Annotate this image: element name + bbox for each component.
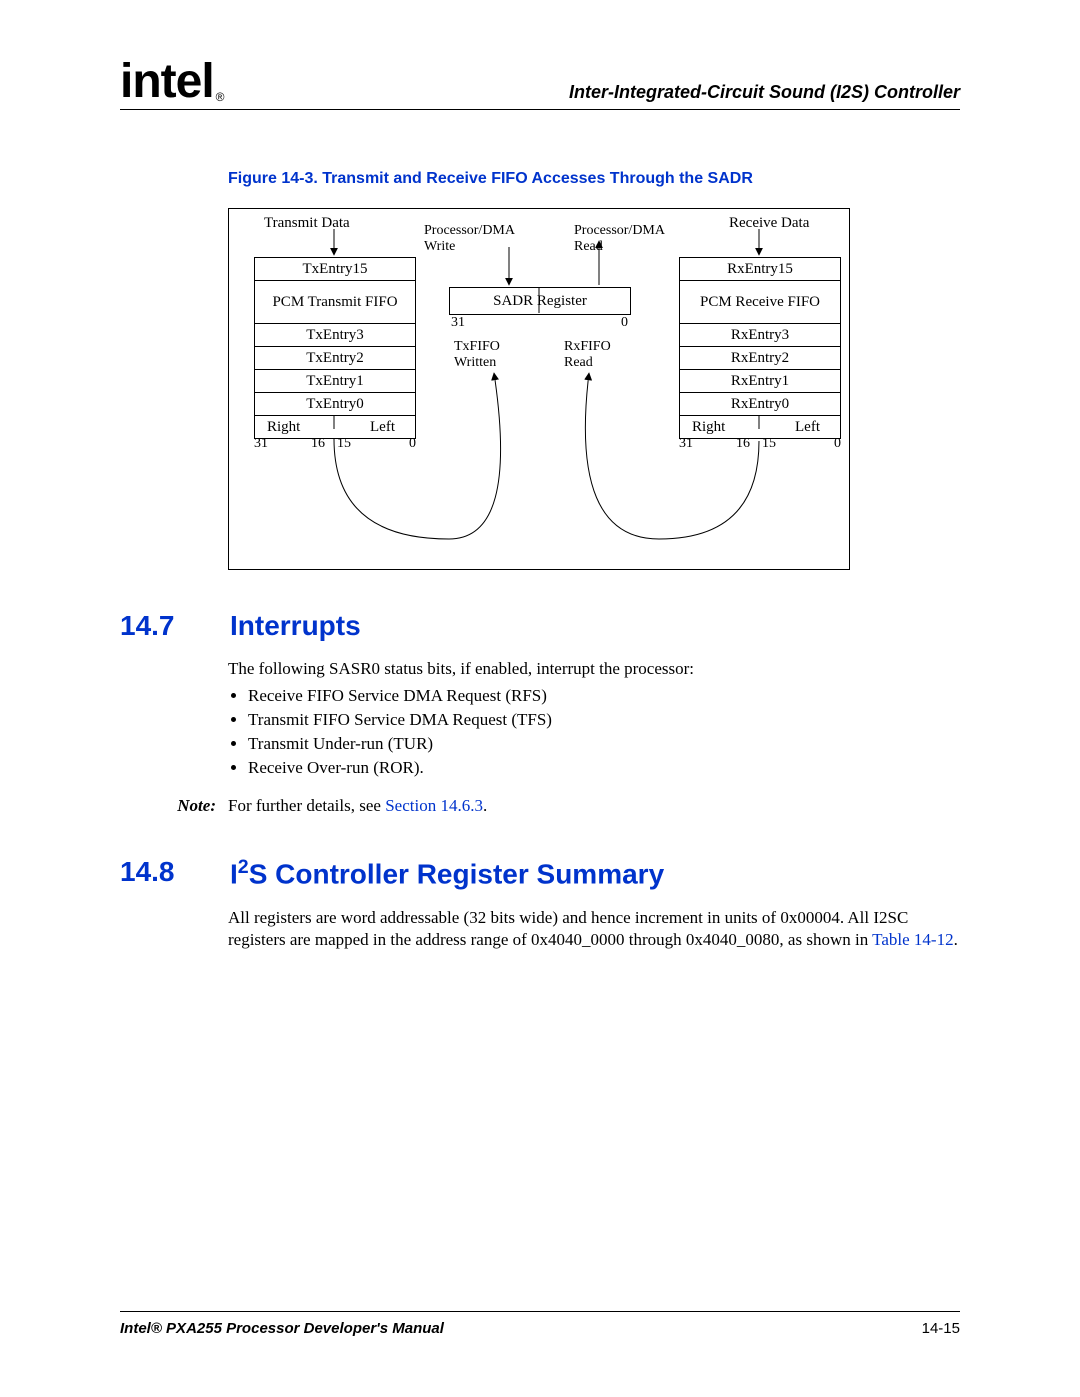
page-header: intel® Inter-Integrated-Circuit Sound (I… <box>120 60 960 110</box>
rx-bit-16: 16 <box>736 436 750 452</box>
section-14-8-heading: 14.8 I2S Controller Register Summary <box>120 856 960 890</box>
note-label: Note: <box>120 796 228 816</box>
tx-bit-31: 31 <box>254 436 268 452</box>
rx-data-label: Receive Data <box>729 215 809 232</box>
figure-diagram: Transmit Data Receive Data Processor/DMA… <box>228 208 850 570</box>
section-title: I2S Controller Register Summary <box>230 856 664 890</box>
note-row: Note: For further details, see Section 1… <box>120 796 960 816</box>
list-item: Receive FIFO Service DMA Request (RFS) <box>248 686 960 706</box>
tx-entry: TxEntry1 <box>255 369 415 392</box>
footer-manual-title: Intel® PXA255 Processor Developer's Manu… <box>120 1320 444 1337</box>
body-pre: All registers are word addressable (32 b… <box>228 908 908 949</box>
rx-entry: RxEntry2 <box>680 346 840 369</box>
rx-bit-15: 15 <box>762 436 776 452</box>
right-label: Right <box>267 416 300 438</box>
rx-entry: RxEntry1 <box>680 369 840 392</box>
tx-channel-row: Right Left <box>255 415 415 438</box>
tx-bit-0: 0 <box>409 436 416 452</box>
figure-caption: Figure 14-3. Transmit and Receive FIFO A… <box>228 170 960 188</box>
note-tail: . <box>483 796 487 815</box>
tx-entry: TxEntry2 <box>255 346 415 369</box>
section-14-8-body: All registers are word addressable (32 b… <box>228 907 960 951</box>
interrupt-bullet-list: Receive FIFO Service DMA Request (RFS) T… <box>228 686 960 778</box>
tx-entry: TxEntry15 <box>255 258 415 280</box>
section-number: 14.7 <box>120 610 190 642</box>
proc-read-label: Processor/DMA Read <box>574 223 665 255</box>
chapter-title: Inter-Integrated-Circuit Sound (I2S) Con… <box>569 82 960 103</box>
list-item: Receive Over-run (ROR). <box>248 758 960 778</box>
registered-mark: ® <box>216 90 224 104</box>
tx-entry: TxEntry3 <box>255 323 415 346</box>
section-14-7-heading: 14.7 Interrupts <box>120 610 960 642</box>
sadr-register: SADR Register <box>449 287 631 315</box>
pcm-tx-label: PCM Transmit FIFO <box>255 280 415 323</box>
section-14-7-intro: The following SASR0 status bits, if enab… <box>228 658 960 680</box>
rxfifo-read-label: RxFIFO Read <box>564 339 611 371</box>
pcm-rx-label: PCM Receive FIFO <box>680 280 840 323</box>
tx-bit-15: 15 <box>337 436 351 452</box>
sadr-bit-31: 31 <box>451 315 465 331</box>
proc-write-label: Processor/DMA Write <box>424 223 515 255</box>
footer-page-number: 14-15 <box>922 1320 960 1337</box>
rx-fifo-box: RxEntry15 PCM Receive FIFO RxEntry3 RxEn… <box>679 257 841 439</box>
rx-entry: RxEntry3 <box>680 323 840 346</box>
tx-fifo-box: TxEntry15 PCM Transmit FIFO TxEntry3 TxE… <box>254 257 416 439</box>
intel-logo: intel® <box>120 60 224 103</box>
sadr-bit-0: 0 <box>621 315 628 331</box>
section-title: Interrupts <box>230 610 361 642</box>
section-link[interactable]: Section 14.6.3 <box>385 796 483 815</box>
rx-channel-row: Right Left <box>680 415 840 438</box>
left-label: Left <box>370 416 395 438</box>
rx-entry: RxEntry15 <box>680 258 840 280</box>
list-item: Transmit Under-run (TUR) <box>248 734 960 754</box>
rx-bit-0: 0 <box>834 436 841 452</box>
note-text: For further details, see Section 14.6.3. <box>228 796 487 816</box>
section-number: 14.8 <box>120 856 190 890</box>
table-link[interactable]: Table 14-12 <box>872 930 953 949</box>
tx-data-label: Transmit Data <box>264 215 350 232</box>
page-footer: Intel® PXA255 Processor Developer's Manu… <box>120 1311 960 1337</box>
list-item: Transmit FIFO Service DMA Request (TFS) <box>248 710 960 730</box>
tx-entry: TxEntry0 <box>255 392 415 415</box>
right-label: Right <box>692 416 725 438</box>
body-tail: . <box>954 930 958 949</box>
rx-bit-31: 31 <box>679 436 693 452</box>
left-label: Left <box>795 416 820 438</box>
note-body: For further details, see <box>228 796 385 815</box>
logo-text: intel <box>120 55 214 108</box>
rx-entry: RxEntry0 <box>680 392 840 415</box>
tx-bit-16: 16 <box>311 436 325 452</box>
txfifo-written-label: TxFIFO Written <box>454 339 500 371</box>
